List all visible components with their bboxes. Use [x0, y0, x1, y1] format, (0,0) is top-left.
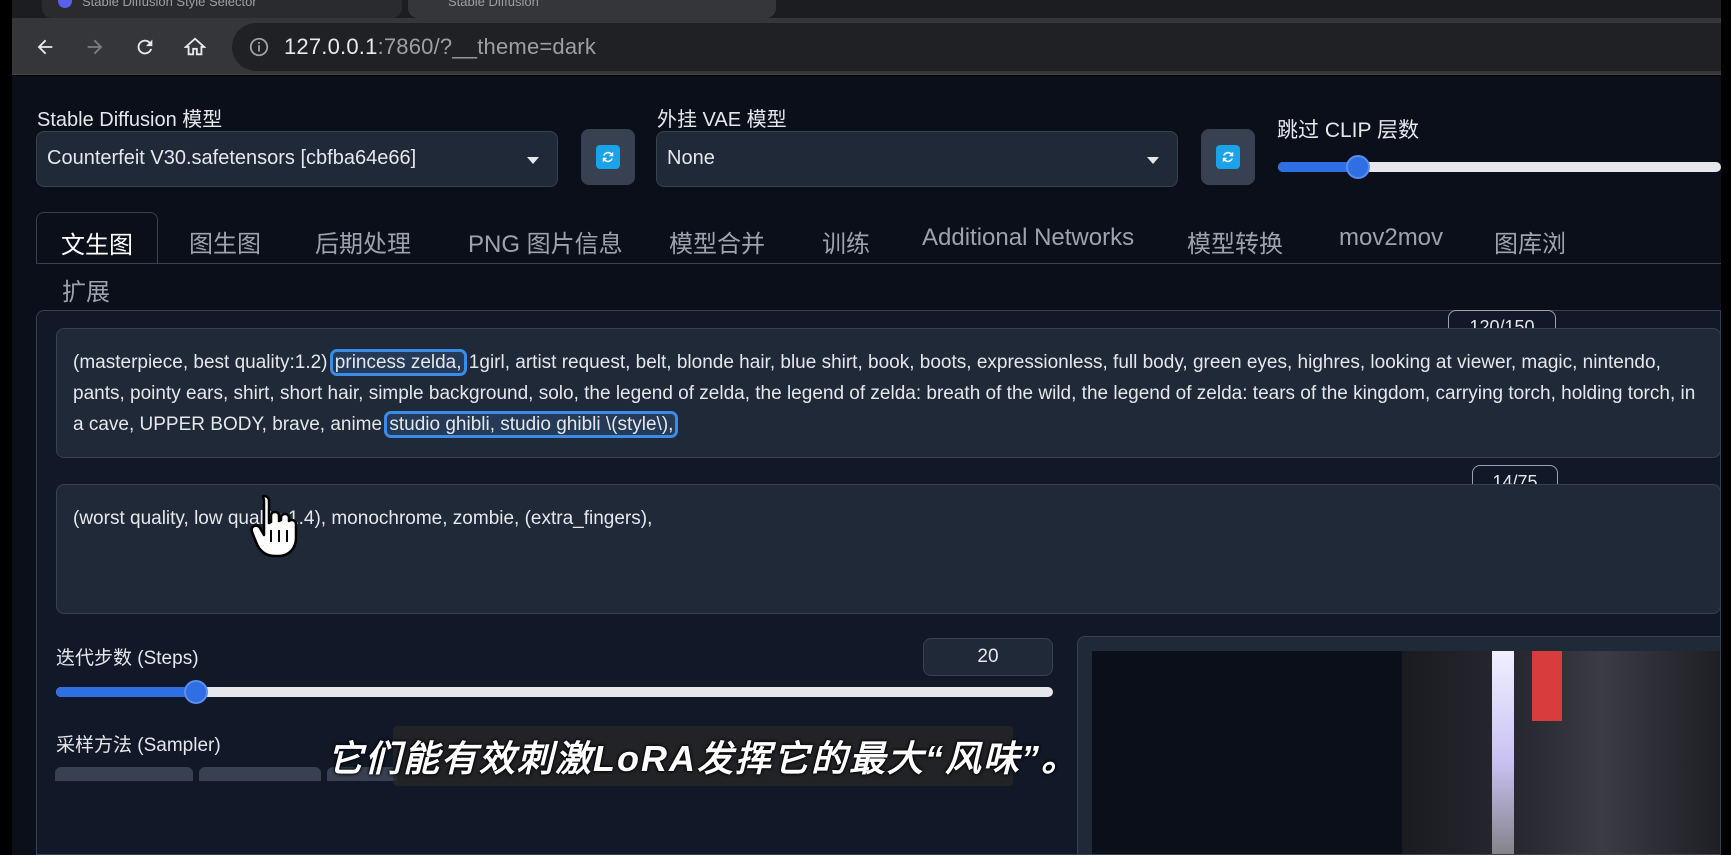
output-image-detail — [1532, 651, 1562, 721]
tab-train[interactable]: 训练 — [822, 212, 870, 264]
model-refresh-button[interactable] — [581, 129, 635, 185]
tab-extensions[interactable]: 扩展 — [62, 262, 110, 314]
vae-label: 外挂 VAE 模型 — [657, 109, 787, 131]
url-path: :7860/?__theme=dark — [377, 34, 597, 59]
forward-icon[interactable] — [78, 30, 112, 64]
browser-tab-label: Stable Diffusion Style Selector — [82, 0, 257, 9]
output-gallery — [1077, 636, 1721, 855]
steps-label: 迭代步数 (Steps) — [56, 648, 199, 669]
sampler-label: 采样方法 (Sampler) — [56, 735, 221, 756]
chevron-down-icon — [527, 157, 539, 164]
main-tabs: 文生图 图生图 后期处理 PNG 图片信息 模型合并 训练 Additional… — [36, 212, 1721, 264]
tab-gallery-browser[interactable]: 图库浏 — [1494, 212, 1566, 264]
video-subtitle: 它们能有效刺激LoRA发挥它的最大“风味”。 — [327, 726, 1077, 786]
browser-tab-active[interactable]: Stable Diffusion — [408, 0, 776, 18]
steps-slider-fill — [56, 687, 196, 697]
reload-icon[interactable] — [128, 30, 162, 64]
chevron-down-icon — [1147, 157, 1159, 164]
vae-refresh-button[interactable] — [1201, 129, 1255, 185]
new-tab-button[interactable] — [782, 0, 822, 18]
prompt-textarea[interactable]: (masterpiece, best quality:1.2) princess… — [56, 328, 1721, 458]
prompt-highlight: princess zelda, — [329, 349, 467, 376]
tabs-divider — [36, 263, 1721, 264]
refresh-icon — [1216, 145, 1240, 169]
sampler-option[interactable] — [199, 767, 321, 781]
model-value: Counterfeit V30.safetensors [cbfba64e66] — [47, 147, 417, 169]
output-image-area — [1092, 651, 1720, 854]
hand-cursor-icon — [250, 494, 298, 558]
steps-slider-thumb[interactable] — [183, 680, 208, 704]
prompt-highlight: studio ghibli, studio ghibli \(style\), — [384, 411, 679, 438]
tab-png-info[interactable]: PNG 图片信息 — [468, 212, 623, 264]
tab-mov2mov[interactable]: mov2mov — [1339, 212, 1443, 264]
sampler-option[interactable] — [55, 767, 193, 781]
tab-checkpoint-merger[interactable]: 模型合并 — [669, 212, 765, 264]
address-bar[interactable]: 127.0.0.1:7860/?__theme=dark — [232, 23, 1721, 71]
tab-model-converter[interactable]: 模型转换 — [1187, 212, 1283, 264]
browser-tab[interactable]: Stable Diffusion Style Selector — [42, 0, 402, 18]
vae-value: None — [667, 147, 715, 169]
tab-img2img[interactable]: 图生图 — [189, 212, 261, 264]
tab-extras[interactable]: 后期处理 — [315, 212, 411, 264]
video-frame-border — [1721, 0, 1731, 855]
clip-slider-thumb[interactable] — [1345, 155, 1370, 179]
url-text: 127.0.0.1:7860/?__theme=dark — [284, 34, 596, 60]
clip-slider[interactable] — [1278, 162, 1721, 172]
browser-tab-label: Stable Diffusion — [448, 0, 539, 9]
browser-toolbar: 127.0.0.1:7860/?__theme=dark — [12, 18, 1721, 75]
site-info-icon[interactable] — [248, 36, 270, 58]
back-icon[interactable] — [28, 30, 62, 64]
favicon-icon — [58, 0, 72, 8]
home-icon[interactable] — [178, 30, 212, 64]
clip-label: 跳过 CLIP 层数 — [1277, 119, 1419, 142]
browser-tab-strip: Stable Diffusion Style Selector Stable D… — [12, 0, 1721, 18]
steps-number-input[interactable]: 20 — [923, 638, 1053, 676]
url-host: 127.0.0.1 — [284, 34, 378, 59]
vae-dropdown[interactable]: None — [656, 131, 1178, 187]
output-image-detail — [1492, 651, 1514, 854]
tab-additional-networks[interactable]: Additional Networks — [922, 212, 1134, 264]
negative-prompt-text: (worst quality, low quality:1.4), monoch… — [73, 508, 653, 529]
prompt-text-part: (masterpiece, best quality:1.2) — [73, 352, 333, 373]
tab-txt2img[interactable]: 文生图 — [36, 212, 158, 264]
video-frame-border — [0, 0, 12, 855]
model-label: Stable Diffusion 模型 — [37, 109, 223, 131]
refresh-icon — [596, 145, 620, 169]
model-dropdown[interactable]: Counterfeit V30.safetensors [cbfba64e66] — [36, 131, 558, 187]
negative-prompt-textarea[interactable]: (worst quality, low quality:1.4), monoch… — [56, 484, 1721, 614]
